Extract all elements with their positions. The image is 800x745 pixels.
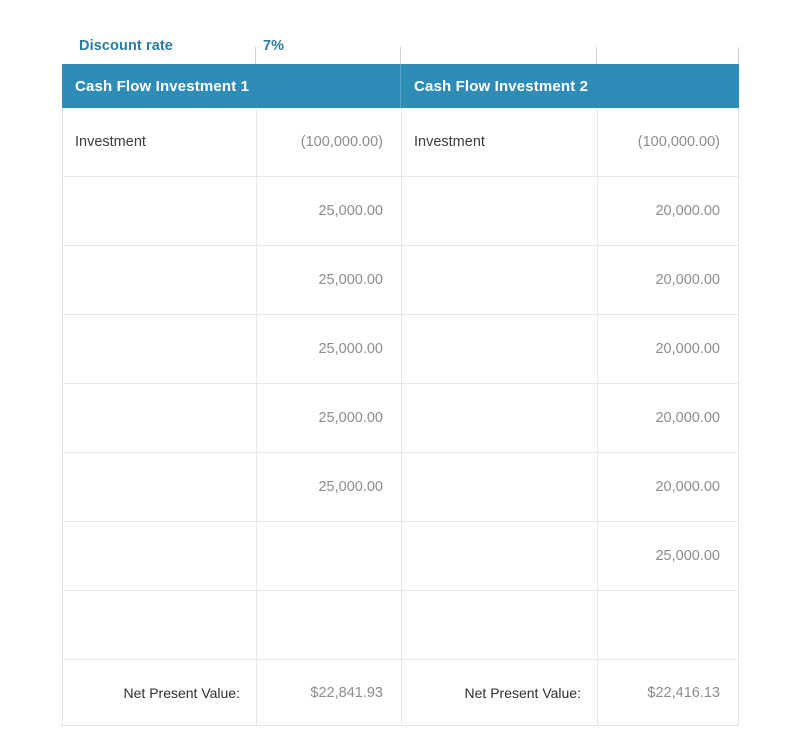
discount-rate-value-cell[interactable]: 7% bbox=[255, 28, 400, 64]
cell-label-inv1 bbox=[63, 453, 256, 521]
cash-flow-comparison-table: Discount rate 7% Cash Flow Investment 1 … bbox=[62, 28, 739, 726]
cell-label-inv1: Investment bbox=[75, 134, 146, 150]
cell-label-inv2 bbox=[401, 315, 597, 383]
table-row: 25,000.00 20,000.00 bbox=[63, 453, 738, 522]
table-row: 25,000.00 20,000.00 bbox=[63, 246, 738, 315]
column-header-investment-1-label: Cash Flow Investment 1 bbox=[75, 77, 250, 95]
cell-amount-inv1 bbox=[256, 522, 401, 590]
cell-amount-inv2: 20,000.00 bbox=[597, 315, 738, 383]
cell-amount-inv2: (100,000.00) bbox=[597, 108, 738, 176]
cell-label-inv2 bbox=[401, 246, 597, 314]
cell-label-inv2 bbox=[401, 177, 597, 245]
table-body: Investment (100,000.00) Investment (100,… bbox=[62, 108, 739, 726]
cell-amount-inv1: 25,000.00 bbox=[256, 246, 401, 314]
column-header-investment-1: Cash Flow Investment 1 bbox=[62, 64, 400, 108]
cell-label-inv1 bbox=[63, 591, 256, 659]
cell-label-inv1 bbox=[63, 384, 256, 452]
table-row-empty bbox=[63, 591, 738, 660]
npv-value-inv1: $22,841.93 bbox=[256, 660, 401, 725]
net-present-value-row: Net Present Value: $22,841.93 Net Presen… bbox=[63, 660, 738, 725]
npv-label-inv2: Net Present Value: bbox=[401, 660, 597, 725]
cell-amount-inv2: 25,000.00 bbox=[597, 522, 738, 590]
cell-amount-inv1: 25,000.00 bbox=[256, 384, 401, 452]
cell-label-inv1 bbox=[63, 246, 256, 314]
cell-label-inv1 bbox=[63, 177, 256, 245]
cell-amount-inv2 bbox=[597, 591, 738, 659]
table-row: 25,000.00 20,000.00 bbox=[63, 315, 738, 384]
table-row: Investment (100,000.00) Investment (100,… bbox=[63, 108, 738, 177]
column-header-investment-2-label: Cash Flow Investment 2 bbox=[414, 77, 589, 95]
cell-label-inv2 bbox=[401, 522, 597, 590]
cell-amount-inv1: 25,000.00 bbox=[256, 177, 401, 245]
cell-amount-inv2: 20,000.00 bbox=[597, 177, 738, 245]
cell-label-inv1 bbox=[63, 315, 256, 383]
discount-rate-row: Discount rate 7% bbox=[62, 28, 739, 64]
discount-rate-label: Discount rate bbox=[79, 38, 173, 54]
table-row: 25,000.00 20,000.00 bbox=[63, 177, 738, 246]
cell-amount-inv1: 25,000.00 bbox=[256, 453, 401, 521]
discount-rate-spacer-cell-2 bbox=[596, 28, 739, 64]
column-header-investment-2: Cash Flow Investment 2 bbox=[400, 64, 739, 108]
table-row: 25,000.00 20,000.00 bbox=[63, 384, 738, 453]
cell-amount-inv2: 20,000.00 bbox=[597, 246, 738, 314]
cell-amount-inv1: 25,000.00 bbox=[256, 315, 401, 383]
table-header-row: Cash Flow Investment 1 Cash Flow Investm… bbox=[62, 64, 739, 108]
table-row: 25,000.00 bbox=[63, 522, 738, 591]
npv-label-inv1: Net Present Value: bbox=[123, 684, 240, 701]
npv-value-inv2: $22,416.13 bbox=[597, 660, 738, 725]
cell-amount-inv1: (100,000.00) bbox=[256, 108, 401, 176]
cell-label-inv1 bbox=[63, 522, 256, 590]
cell-label-inv2: Investment bbox=[401, 108, 597, 176]
cell-label-inv2 bbox=[401, 384, 597, 452]
cell-amount-inv2: 20,000.00 bbox=[597, 384, 738, 452]
cell-label-inv2 bbox=[401, 591, 597, 659]
cell-label-inv2 bbox=[401, 453, 597, 521]
cell-amount-inv1 bbox=[256, 591, 401, 659]
cell-amount-inv2: 20,000.00 bbox=[597, 453, 738, 521]
discount-rate-spacer-cell-1 bbox=[400, 28, 596, 64]
discount-rate-value: 7% bbox=[263, 38, 285, 54]
discount-rate-label-cell: Discount rate bbox=[62, 28, 255, 64]
